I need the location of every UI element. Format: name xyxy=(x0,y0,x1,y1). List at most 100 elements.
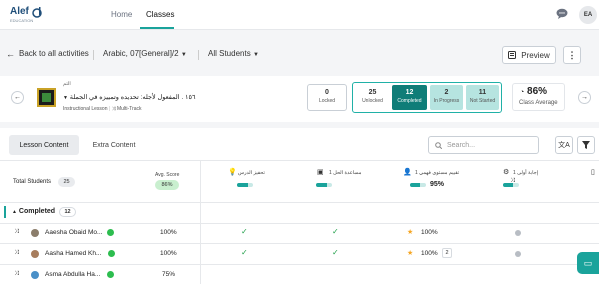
table-divider xyxy=(0,223,599,224)
students-selector[interactable]: All Students ▼ xyxy=(208,49,259,58)
column-header-2[interactable]: مساعدة الحل 1 xyxy=(329,170,361,176)
not-started-dot xyxy=(515,230,521,236)
class-selector[interactable]: Arabic, 07[General]/2 ▼ xyxy=(103,49,187,58)
student-level-score: 100% xyxy=(421,250,438,257)
stat-locked-label: Locked xyxy=(318,98,336,104)
lesson-title-text: ١٥٦ . المفعول لأجله: تحديده وتمييزه في ا… xyxy=(69,94,196,101)
stat-locked-value: 0 xyxy=(325,89,329,96)
back-to-activities-link[interactable]: Back to all activities xyxy=(19,49,89,58)
filter-button[interactable] xyxy=(577,136,595,154)
table-column-divider xyxy=(200,160,201,284)
column-header-3[interactable]: تقييم مستوى فهمي 1 xyxy=(415,170,459,176)
chat-icon[interactable] xyxy=(556,8,568,19)
caret-up-icon: ▲ xyxy=(12,209,17,215)
group-accent xyxy=(4,206,6,218)
more-columns-icon: ▯ xyxy=(591,169,595,176)
search-icon xyxy=(435,141,442,149)
lightbulb-icon: 💡 xyxy=(228,169,237,176)
activity-icon: ⚙ xyxy=(503,169,510,176)
back-arrow-icon[interactable]: ← xyxy=(6,49,15,59)
check-icon: ✓ xyxy=(332,248,339,257)
stat-unlocked-value: 25 xyxy=(368,89,377,96)
online-status-dot xyxy=(107,271,114,278)
lesson-thumbnail-art xyxy=(42,93,51,102)
class-average: ◔ 86% xyxy=(520,86,547,97)
stat-completed-value: 12 xyxy=(405,89,414,96)
stat-not-started[interactable]: 11 Not Started xyxy=(466,85,499,110)
column-1-progress xyxy=(237,183,253,187)
preview-button[interactable]: Preview xyxy=(502,46,556,64)
stat-not-started-value: 11 xyxy=(478,89,487,96)
active-tab-indicator xyxy=(140,27,174,29)
stat-unlocked[interactable]: 25 Unlocked xyxy=(356,85,389,110)
student-avatar xyxy=(31,229,39,237)
lesson-meta: Instructional Lesson | ⤨ Multi-Track xyxy=(63,106,142,112)
divider xyxy=(93,50,94,60)
column-header-4[interactable]: إجابة أولى 1 xyxy=(513,170,538,176)
stat-locked[interactable]: 0 Locked xyxy=(307,84,347,111)
stat-in-progress-label: In Progress xyxy=(433,98,460,104)
divider xyxy=(198,50,199,60)
chevron-down-icon: ▼ xyxy=(252,52,259,58)
table-divider xyxy=(0,202,599,203)
more-vertical-icon: ⋮ xyxy=(567,49,577,60)
next-lesson-button[interactable]: → xyxy=(578,91,591,104)
check-icon: ✓ xyxy=(241,248,248,257)
multi-track-icon: ⤨ xyxy=(14,271,19,277)
search-input[interactable]: Search... xyxy=(428,136,539,154)
student-name[interactable]: Aaesha Obaid Mo... xyxy=(45,229,102,236)
column-1-progress-fill xyxy=(237,183,249,187)
group-header-completed[interactable]: ▲ Completed xyxy=(12,208,55,215)
support-chat-button[interactable]: ▭ xyxy=(577,252,599,274)
online-status-dot xyxy=(108,250,115,257)
lesson-title[interactable]: ▼ ١٥٦ . المفعول لأجله: تحديده وتمييزه في… xyxy=(63,93,195,101)
lesson-type: Instructional Lesson xyxy=(63,106,108,112)
total-students-label: Total Students xyxy=(13,179,52,185)
avg-score-label: Avg. Score xyxy=(155,172,180,178)
nav-tab-home[interactable]: Home xyxy=(111,10,132,19)
arrow-left-icon: ← xyxy=(14,94,21,101)
student-name[interactable]: Aasha Hamed Kh... xyxy=(45,250,101,257)
group-count-badge: 12 xyxy=(59,207,76,217)
class-average-value: 86% xyxy=(527,86,548,97)
stat-completed[interactable]: 12 Completed xyxy=(392,85,427,110)
class-selector-label: Arabic, 07[General]/2 xyxy=(103,49,179,58)
stat-in-progress[interactable]: 2 In Progress xyxy=(430,85,463,110)
student-level-score: 100% xyxy=(421,229,438,236)
brand-logo[interactable]: Alef xyxy=(10,6,29,17)
star-icon: ★ xyxy=(407,229,414,236)
user-check-icon: 👤 xyxy=(403,169,412,176)
student-avatar xyxy=(31,271,39,279)
student-name[interactable]: Asma Abdulla Ha... xyxy=(45,271,100,278)
table-divider xyxy=(0,243,599,244)
brand-subtitle: EDUCATION xyxy=(10,18,34,23)
total-students-badge: 25 xyxy=(58,177,75,187)
logo-mark-icon xyxy=(32,7,42,18)
student-avatar xyxy=(31,250,39,258)
star-icon: ★ xyxy=(407,250,414,257)
translate-icon: 文A xyxy=(558,142,570,149)
class-average-label: Class Average xyxy=(519,100,558,106)
attempts-badge[interactable]: 2 xyxy=(442,248,452,258)
online-status-dot xyxy=(107,229,114,236)
nav-tab-classes[interactable]: Classes xyxy=(146,10,174,19)
student-score: 100% xyxy=(160,229,177,236)
group-label: Completed xyxy=(18,208,56,215)
user-avatar[interactable]: EA xyxy=(579,6,597,24)
more-options-button[interactable]: ⋮ xyxy=(563,46,581,64)
translate-button[interactable]: 文A xyxy=(555,136,573,154)
preview-label: Preview xyxy=(521,50,550,60)
multi-track-icon: ⤨ xyxy=(510,178,515,184)
stat-in-progress-value: 2 xyxy=(444,89,449,96)
previous-lesson-button[interactable]: ← xyxy=(11,91,24,104)
chevron-down-icon: ▼ xyxy=(180,52,187,58)
tab-lesson-content[interactable]: Lesson Content xyxy=(9,135,79,155)
check-icon: ✓ xyxy=(332,227,339,236)
table-divider xyxy=(0,264,599,265)
column-3-progress-fill xyxy=(410,183,420,187)
multi-track-icon: ⤨ xyxy=(14,250,19,256)
preview-icon xyxy=(508,51,517,59)
student-score: 100% xyxy=(160,250,177,257)
tab-extra-content[interactable]: Extra Content xyxy=(84,135,144,155)
column-header-1[interactable]: تحفيز الدرس xyxy=(238,170,265,176)
